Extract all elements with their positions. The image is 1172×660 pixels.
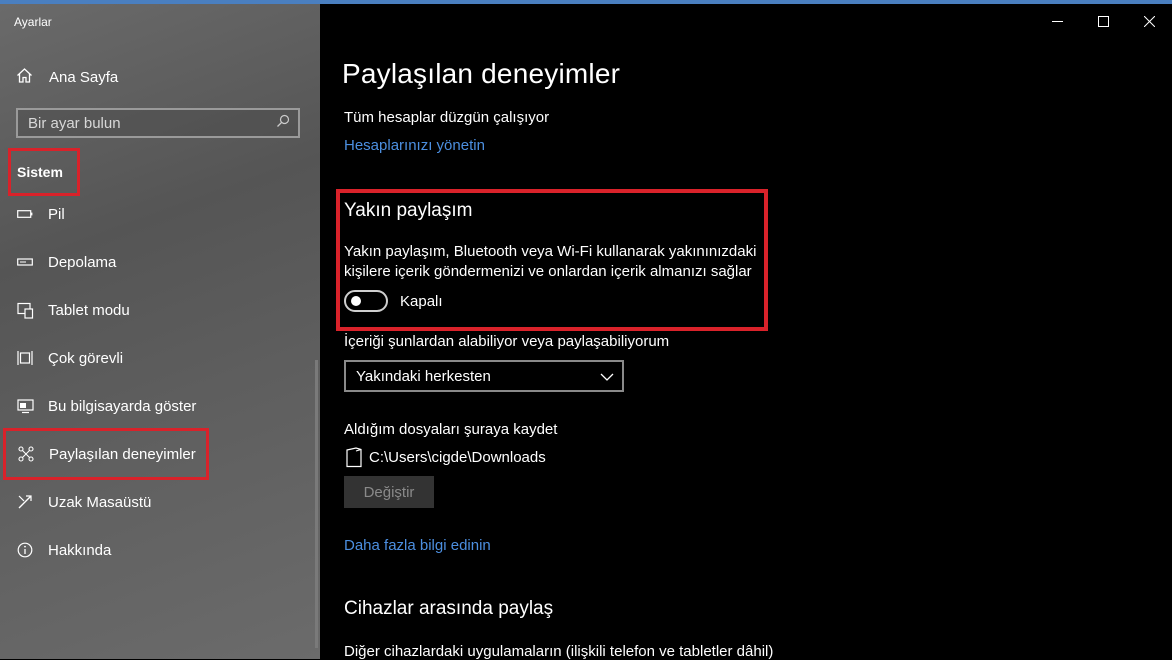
search-icon[interactable] (276, 114, 290, 133)
manage-accounts-link[interactable]: Hesaplarınızı yönetin (344, 137, 485, 154)
home-icon (16, 67, 49, 88)
shared-experiences-icon (17, 445, 35, 463)
sidebar-item-label: Bu bilgisayarda göster (48, 397, 197, 415)
sidebar-item-multitasking[interactable]: Çok görevli (0, 338, 320, 378)
home-nav-item[interactable]: Ana Sayfa (16, 66, 118, 88)
chevron-down-icon (600, 368, 614, 385)
settings-search-box[interactable] (16, 108, 300, 138)
sidebar-item-battery[interactable]: Pil (0, 194, 320, 234)
sidebar-item-label: Pil (48, 205, 65, 223)
sidebar-item-remote-desktop[interactable]: Uzak Masaüstü (0, 482, 320, 522)
project-icon (16, 397, 34, 415)
maximize-button[interactable] (1080, 10, 1126, 32)
sidebar-item-shared-experiences[interactable]: Paylaşılan deneyimler (3, 428, 209, 480)
learn-more-link[interactable]: Daha fazla bilgi edinin (344, 537, 491, 554)
main-content: Paylaşılan deneyimler Tüm hesaplar düzgü… (320, 4, 1172, 660)
nearby-sharing-description: Yakın paylaşım, Bluetooth veya Wi-Fi kul… (344, 243, 757, 280)
section-header-system: Sistem (8, 148, 80, 196)
sidebar-scrollbar[interactable] (315, 360, 318, 648)
sidebar-item-project-to-pc[interactable]: Bu bilgisayarda göster (0, 386, 320, 426)
save-path: C:\Users\cigde\Downloads (369, 449, 546, 466)
tablet-mode-icon (16, 301, 34, 319)
share-from-value: Yakındaki herkesten (356, 367, 491, 385)
cross-device-description: Diğer cihazlardaki uygulamaların (ilişki… (344, 643, 774, 660)
sidebar: Ayarlar Ana Sayfa Sistem Pil Depolama Ta… (0, 4, 320, 659)
share-from-label: İçeriği şunlardan alabiliyor veya paylaş… (344, 333, 670, 350)
folder-icon (346, 447, 362, 473)
cross-device-heading: Cihazlar arasında paylaş (344, 598, 554, 619)
sidebar-item-tablet-mode[interactable]: Tablet modu (0, 290, 320, 330)
toggle-knob (351, 296, 361, 306)
nearby-sharing-toggle-label: Kapalı (400, 293, 443, 310)
page-title: Paylaşılan deneyimler (342, 58, 621, 89)
battery-icon (16, 205, 34, 223)
sidebar-item-label: Çok görevli (48, 349, 124, 367)
sidebar-item-label: Tablet modu (48, 301, 130, 319)
share-from-dropdown[interactable]: Yakındaki herkesten (344, 360, 624, 392)
sidebar-item-label: Uzak Masaüstü (48, 493, 152, 511)
remote-desktop-icon (16, 493, 34, 511)
close-button[interactable] (1126, 10, 1172, 32)
window-controls (1034, 10, 1172, 32)
settings-search-input[interactable] (28, 114, 258, 132)
storage-icon (16, 253, 34, 271)
sidebar-item-label: Depolama (48, 253, 117, 271)
sidebar-item-about[interactable]: Hakkında (0, 530, 320, 570)
nearby-sharing-heading: Yakın paylaşım (344, 200, 473, 221)
sidebar-item-storage[interactable]: Depolama (0, 242, 320, 282)
nearby-sharing-toggle[interactable] (344, 290, 388, 312)
sidebar-item-label: Hakkında (48, 541, 112, 559)
info-icon (16, 541, 34, 559)
minimize-button[interactable] (1034, 10, 1080, 32)
accounts-status: Tüm hesaplar düzgün çalışıyor (344, 109, 550, 126)
sidebar-item-label: Paylaşılan deneyimler (49, 445, 196, 463)
home-label: Ana Sayfa (49, 68, 119, 86)
multitasking-icon (16, 349, 34, 367)
save-files-label: Aldığım dosyaları şuraya kaydet (344, 421, 558, 438)
app-title: Ayarlar (14, 15, 52, 29)
change-button[interactable]: Değiştir (344, 476, 434, 508)
